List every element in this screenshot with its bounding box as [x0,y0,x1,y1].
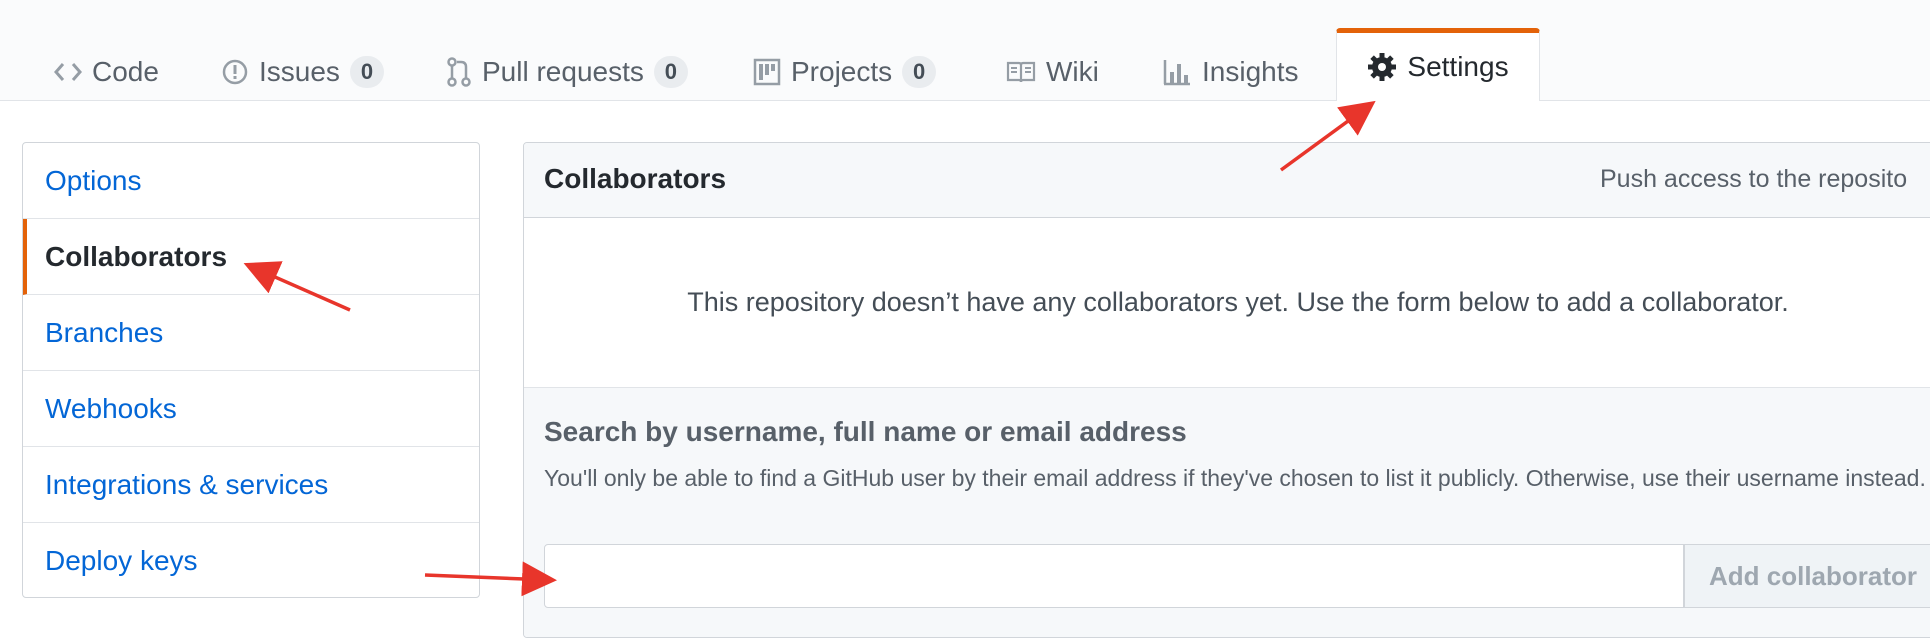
add-collaborator-button[interactable]: Add collaborator [1684,544,1930,608]
panel-note: Push access to the reposito [1600,165,1908,193]
sidebar-item-options[interactable]: Options [23,143,479,219]
empty-state-message: This repository doesn’t have any collabo… [687,287,1789,317]
tab-label: Pull requests [482,56,644,87]
tab-projects[interactable]: Projects 0 [753,50,937,94]
settings-sidebar: Options Collaborators Branches Webhooks … [22,142,480,598]
code-icon [54,60,82,84]
book-icon [1006,60,1036,84]
tab-issues[interactable]: Issues 0 [221,50,384,94]
sidebar-item-deploy-keys[interactable]: Deploy keys [23,523,479,597]
tab-wiki[interactable]: Wiki [1006,50,1099,94]
sidebar-item-integrations[interactable]: Integrations & services [23,447,479,523]
panel-header: Collaborators Push access to the reposit… [524,143,1930,218]
gear-icon [1367,52,1397,82]
graph-icon [1162,58,1192,86]
pull-request-icon [446,57,472,87]
tab-code[interactable]: Code [54,50,159,94]
collaborator-search-input[interactable] [544,544,1684,608]
tab-label: Wiki [1046,56,1099,87]
project-icon [753,58,781,86]
sidebar-item-webhooks[interactable]: Webhooks [23,371,479,447]
collaborators-panel: Collaborators Push access to the reposit… [523,142,1930,638]
tab-settings[interactable]: Settings [1336,28,1540,101]
tab-label: Projects [791,56,893,87]
issues-count-badge: 0 [349,56,384,88]
tab-label: Code [92,56,159,87]
sidebar-item-branches[interactable]: Branches [23,295,479,371]
tab-label: Insights [1202,56,1299,87]
panel-title: Collaborators [544,163,727,194]
tab-insights[interactable]: Insights [1162,50,1299,94]
tab-label: Issues [259,56,340,87]
tab-label: Settings [1407,51,1509,82]
search-title: Search by username, full name or email a… [544,416,1187,447]
sidebar-item-collaborators[interactable]: Collaborators [23,219,479,295]
issue-icon [221,58,249,86]
pull-requests-count-badge: 0 [653,56,688,88]
empty-state: This repository doesn’t have any collabo… [524,218,1930,388]
repo-nav-tabs: Code Issues 0 Pull requests 0 Projects 0… [0,0,1930,101]
add-collaborator-form: Search by username, full name or email a… [524,388,1930,637]
search-help-text: You'll only be able to find a GitHub use… [544,465,1926,491]
tab-pull-requests[interactable]: Pull requests 0 [446,50,688,94]
projects-count-badge: 0 [902,56,937,88]
